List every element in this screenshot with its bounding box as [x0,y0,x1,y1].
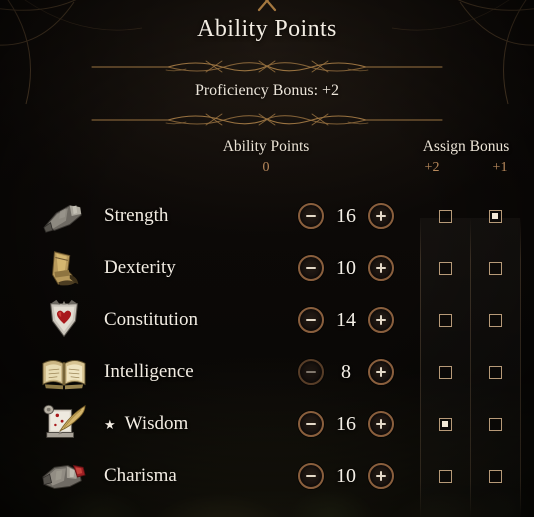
bonus-2-checkbox[interactable] [438,209,452,223]
bonus-1-checkbox[interactable] [488,417,502,431]
bonus-1-checkbox-cell [470,469,520,483]
ability-name: Intelligence [104,361,194,383]
ability-name-label: Intelligence [104,361,194,382]
x-ornament-icon [257,0,277,12]
decrement-button[interactable] [298,463,324,489]
table-header: Ability Points 0 Assign Bonus +2 +1 [0,138,534,190]
bonus-2-checkbox[interactable] [438,417,452,431]
scroll-quill-icon [36,401,92,447]
assign-bonus-header: Assign Bonus +2 +1 [398,138,534,176]
page-title: Ability Points [197,16,337,42]
bonus-2-checkbox-cell [420,469,470,483]
bonus-1-checkbox-cell [470,417,520,431]
vine-filigree-divider-icon-bottom [91,113,443,126]
ability-points-panel: Ability Points Proficiency Bonus: +2 Abi… [0,0,534,517]
boot-icon [36,245,92,291]
star-icon: ★ [104,416,116,432]
ability-name: Strength [104,205,168,227]
ability-name: Constitution [104,309,198,331]
bonus-1-checkbox-cell [470,209,520,223]
increment-button[interactable] [368,307,394,333]
ability-points-header: Ability Points 0 [196,138,336,176]
bonus-1-checkbox[interactable] [488,261,502,275]
ability-list: Strength 16 Dexterity 10 Constitution 14 Intel… [0,190,534,517]
ability-row: Strength 16 [0,190,534,242]
ability-value: 16 [336,412,356,435]
ability-value: 8 [341,360,351,383]
ability-row: Charisma 10 [0,450,534,502]
ability-value: 10 [336,256,356,279]
heart-shield-icon [36,297,92,343]
bonus-2-checkbox-cell [420,209,470,223]
ability-stepper: 16 [298,411,394,437]
assign-bonus-header-label: Assign Bonus [422,138,510,155]
bonus-2-checkbox[interactable] [438,469,452,483]
ability-name-label: Constitution [104,309,198,330]
ability-stepper: 14 [298,307,394,333]
bonus-1-checkbox[interactable] [488,209,502,223]
ability-name: ★ Wisdom [104,413,188,435]
bonus-2-checkbox[interactable] [438,313,452,327]
bonus-2-checkbox-cell [420,313,470,327]
ability-name-label: Strength [104,205,169,226]
ability-name-label: Charisma [104,465,177,486]
ability-row: Intelligence 8 [0,346,534,398]
ability-points-remaining: 0 [262,160,270,175]
bonus-2-checkbox[interactable] [438,365,452,379]
decrement-button[interactable] [298,203,324,229]
open-book-icon [36,349,92,395]
decrement-button[interactable] [298,307,324,333]
increment-button[interactable] [368,203,394,229]
decrement-button[interactable] [298,255,324,281]
bonus-1-checkbox[interactable] [488,313,502,327]
ability-stepper: 10 [298,255,394,281]
bonus-1-checkbox[interactable] [488,469,502,483]
ability-row: ★ Wisdom 16 [0,398,534,450]
proficiency-bonus-label: Proficiency Bonus: +2 [194,82,340,99]
ability-row: Constitution 14 [0,294,534,346]
ability-row: Dexterity 10 [0,242,534,294]
ability-name: Dexterity [104,257,176,279]
gauntlet-hand-icon [36,453,92,499]
ability-value: 16 [336,204,356,227]
vine-filigree-divider-icon [91,60,443,73]
ability-value: 10 [336,464,356,487]
bonus-column-2-label: +2 [424,160,440,175]
bonus-1-checkbox-cell [470,313,520,327]
bonus-1-checkbox-cell [470,261,520,275]
ability-name-label: Wisdom [124,413,189,434]
increment-button[interactable] [368,255,394,281]
bonus-2-checkbox[interactable] [438,261,452,275]
ability-name-label: Dexterity [104,257,176,278]
bonus-column-1-label: +1 [492,160,508,175]
decrement-button [298,359,324,385]
decrement-button[interactable] [298,411,324,437]
bonus-2-checkbox-cell [420,365,470,379]
bonus-2-checkbox-cell [420,261,470,275]
ability-stepper: 16 [298,203,394,229]
bonus-2-checkbox-cell [420,417,470,431]
ability-stepper: 8 [298,359,394,385]
bonus-1-checkbox-cell [470,365,520,379]
ability-name: Charisma [104,465,177,487]
ability-points-header-label: Ability Points [222,138,310,155]
bonus-1-checkbox[interactable] [488,365,502,379]
increment-button[interactable] [368,463,394,489]
gauntlet-icon [36,193,92,239]
increment-button[interactable] [368,411,394,437]
column-separator-right [520,218,521,517]
increment-button[interactable] [368,359,394,385]
ability-value: 14 [336,308,356,331]
ability-stepper: 10 [298,463,394,489]
